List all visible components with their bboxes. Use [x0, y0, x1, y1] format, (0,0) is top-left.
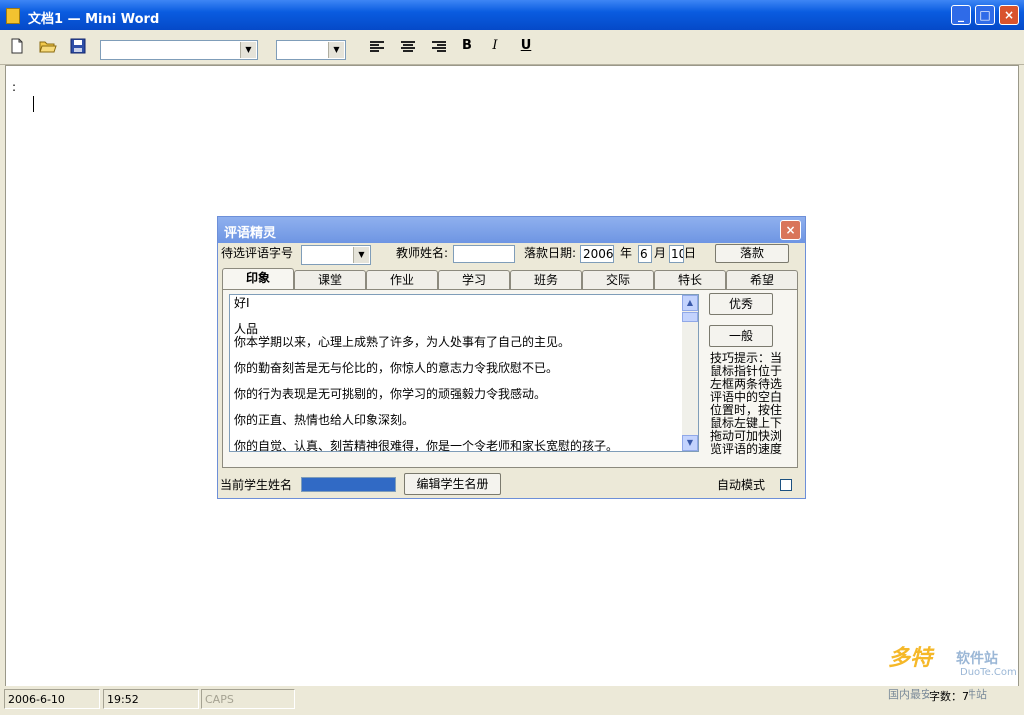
tab-class-duty[interactable]: 班务 [510, 270, 582, 290]
comment-wizard-dialog: 评语精灵 × 待选评语字号 ▼ 教师姓名: 落款日期: 2006 年 6 月 1… [217, 216, 806, 499]
tab-study[interactable]: 学习 [438, 270, 510, 290]
new-file-button[interactable] [8, 38, 26, 56]
day-input[interactable]: 10 [669, 245, 684, 263]
comments-list[interactable]: 好I 人品 你本学期以来，心理上成熟了许多，为人处事有了自己的主见。 你的勤奋刻… [229, 294, 699, 452]
current-student-field [301, 477, 396, 492]
italic-button[interactable]: I [486, 36, 504, 56]
status-caps: CAPS [201, 689, 295, 709]
save-disk-icon [70, 38, 86, 54]
teacher-label: 教师姓名: [396, 246, 449, 260]
current-student-label: 当前学生姓名 [220, 478, 293, 492]
maximize-button[interactable]: □ [975, 5, 995, 25]
auto-mode-checkbox[interactable] [780, 479, 792, 491]
tab-panel: 好I 人品 你本学期以来，心理上成熟了许多，为人处事有了自己的主见。 你的勤奋刻… [222, 289, 798, 468]
close-button[interactable]: × [999, 5, 1019, 25]
tab-hope[interactable]: 希望 [726, 270, 798, 290]
dialog-close-button[interactable]: × [780, 220, 801, 240]
window-title: 文档1 — Mini Word [28, 12, 160, 27]
document-app-icon [6, 8, 20, 24]
tip-text: 技巧提示：当鼠标指针位于左框两条待选评语中的空白位置时，按住鼠标左键上下拖动可加… [710, 351, 783, 456]
sign-button[interactable]: 落款 [715, 244, 789, 263]
dialog-title: 评语精灵 [224, 226, 277, 241]
open-folder-icon [39, 41, 57, 53]
watermark-site: DuoTe.Com [960, 667, 1017, 678]
tab-classroom[interactable]: 课堂 [294, 270, 366, 290]
title-bar: 文档1 — Mini Word _ □ × [0, 0, 1024, 30]
status-bar: 2006-6-10 19:52 CAPS [0, 686, 1024, 715]
font-size-select[interactable]: ▼ [276, 40, 346, 60]
toolbar: ▼ ▼ B I U [0, 30, 1024, 65]
scroll-thumb[interactable] [682, 312, 698, 322]
status-word-count: 字数：7 [929, 688, 969, 704]
scroll-down-icon[interactable]: ▼ [682, 435, 698, 451]
align-left-button[interactable] [370, 41, 384, 53]
chevron-down-icon: ▼ [240, 42, 256, 58]
edit-roster-button[interactable]: 编辑学生名册 [404, 473, 501, 495]
status-date: 2006-6-10 [4, 689, 100, 709]
excellent-button[interactable]: 优秀 [709, 293, 773, 315]
tab-social[interactable]: 交际 [582, 270, 654, 290]
average-button[interactable]: 一般 [709, 325, 773, 347]
editor-text: : [12, 80, 17, 94]
pending-label: 待选评语字号 [221, 246, 294, 260]
align-center-button[interactable] [401, 41, 415, 53]
minimize-button[interactable]: _ [951, 5, 971, 25]
comments-scrollbar[interactable]: ▲ ▼ [682, 295, 698, 451]
pending-select[interactable]: ▼ [301, 245, 371, 265]
save-button[interactable] [69, 38, 87, 56]
new-file-icon [11, 38, 23, 54]
month-label: 月 [654, 246, 667, 260]
chevron-down-icon: ▼ [328, 42, 344, 58]
day-label: 日 [684, 246, 697, 260]
chevron-down-icon: ▼ [353, 247, 369, 263]
tab-homework[interactable]: 作业 [366, 270, 438, 290]
font-name-select[interactable]: ▼ [100, 40, 258, 60]
open-file-button[interactable] [39, 38, 57, 56]
tab-talent[interactable]: 特长 [654, 270, 726, 290]
watermark-logo-sub: 软件站 [956, 651, 998, 667]
year-label: 年 [620, 246, 633, 260]
comment-tabs: 印象 课堂 作业 学习 班务 交际 特长 希望 [222, 268, 800, 291]
teacher-name-input[interactable] [453, 245, 515, 263]
tab-impression[interactable]: 印象 [222, 268, 294, 291]
auto-mode-label: 自动模式 [717, 478, 766, 492]
text-caret [33, 96, 34, 112]
underline-button[interactable]: U [517, 36, 535, 56]
dialog-title-bar: 评语精灵 × [218, 217, 805, 243]
align-right-button[interactable] [432, 41, 446, 53]
status-time: 19:52 [103, 689, 199, 709]
watermark-logo: 多特 [888, 646, 933, 671]
month-input[interactable]: 6 [638, 245, 652, 263]
comments-text: 好I 人品 你本学期以来，心理上成熟了许多，为人处事有了自己的主见。 你的勤奋刻… [234, 296, 619, 452]
bold-button[interactable]: B [458, 36, 476, 56]
date-label: 落款日期: [524, 246, 577, 260]
year-input[interactable]: 2006 [580, 245, 614, 263]
scroll-up-icon[interactable]: ▲ [682, 295, 698, 311]
pending-dropdown[interactable]: ▼ [353, 247, 369, 263]
